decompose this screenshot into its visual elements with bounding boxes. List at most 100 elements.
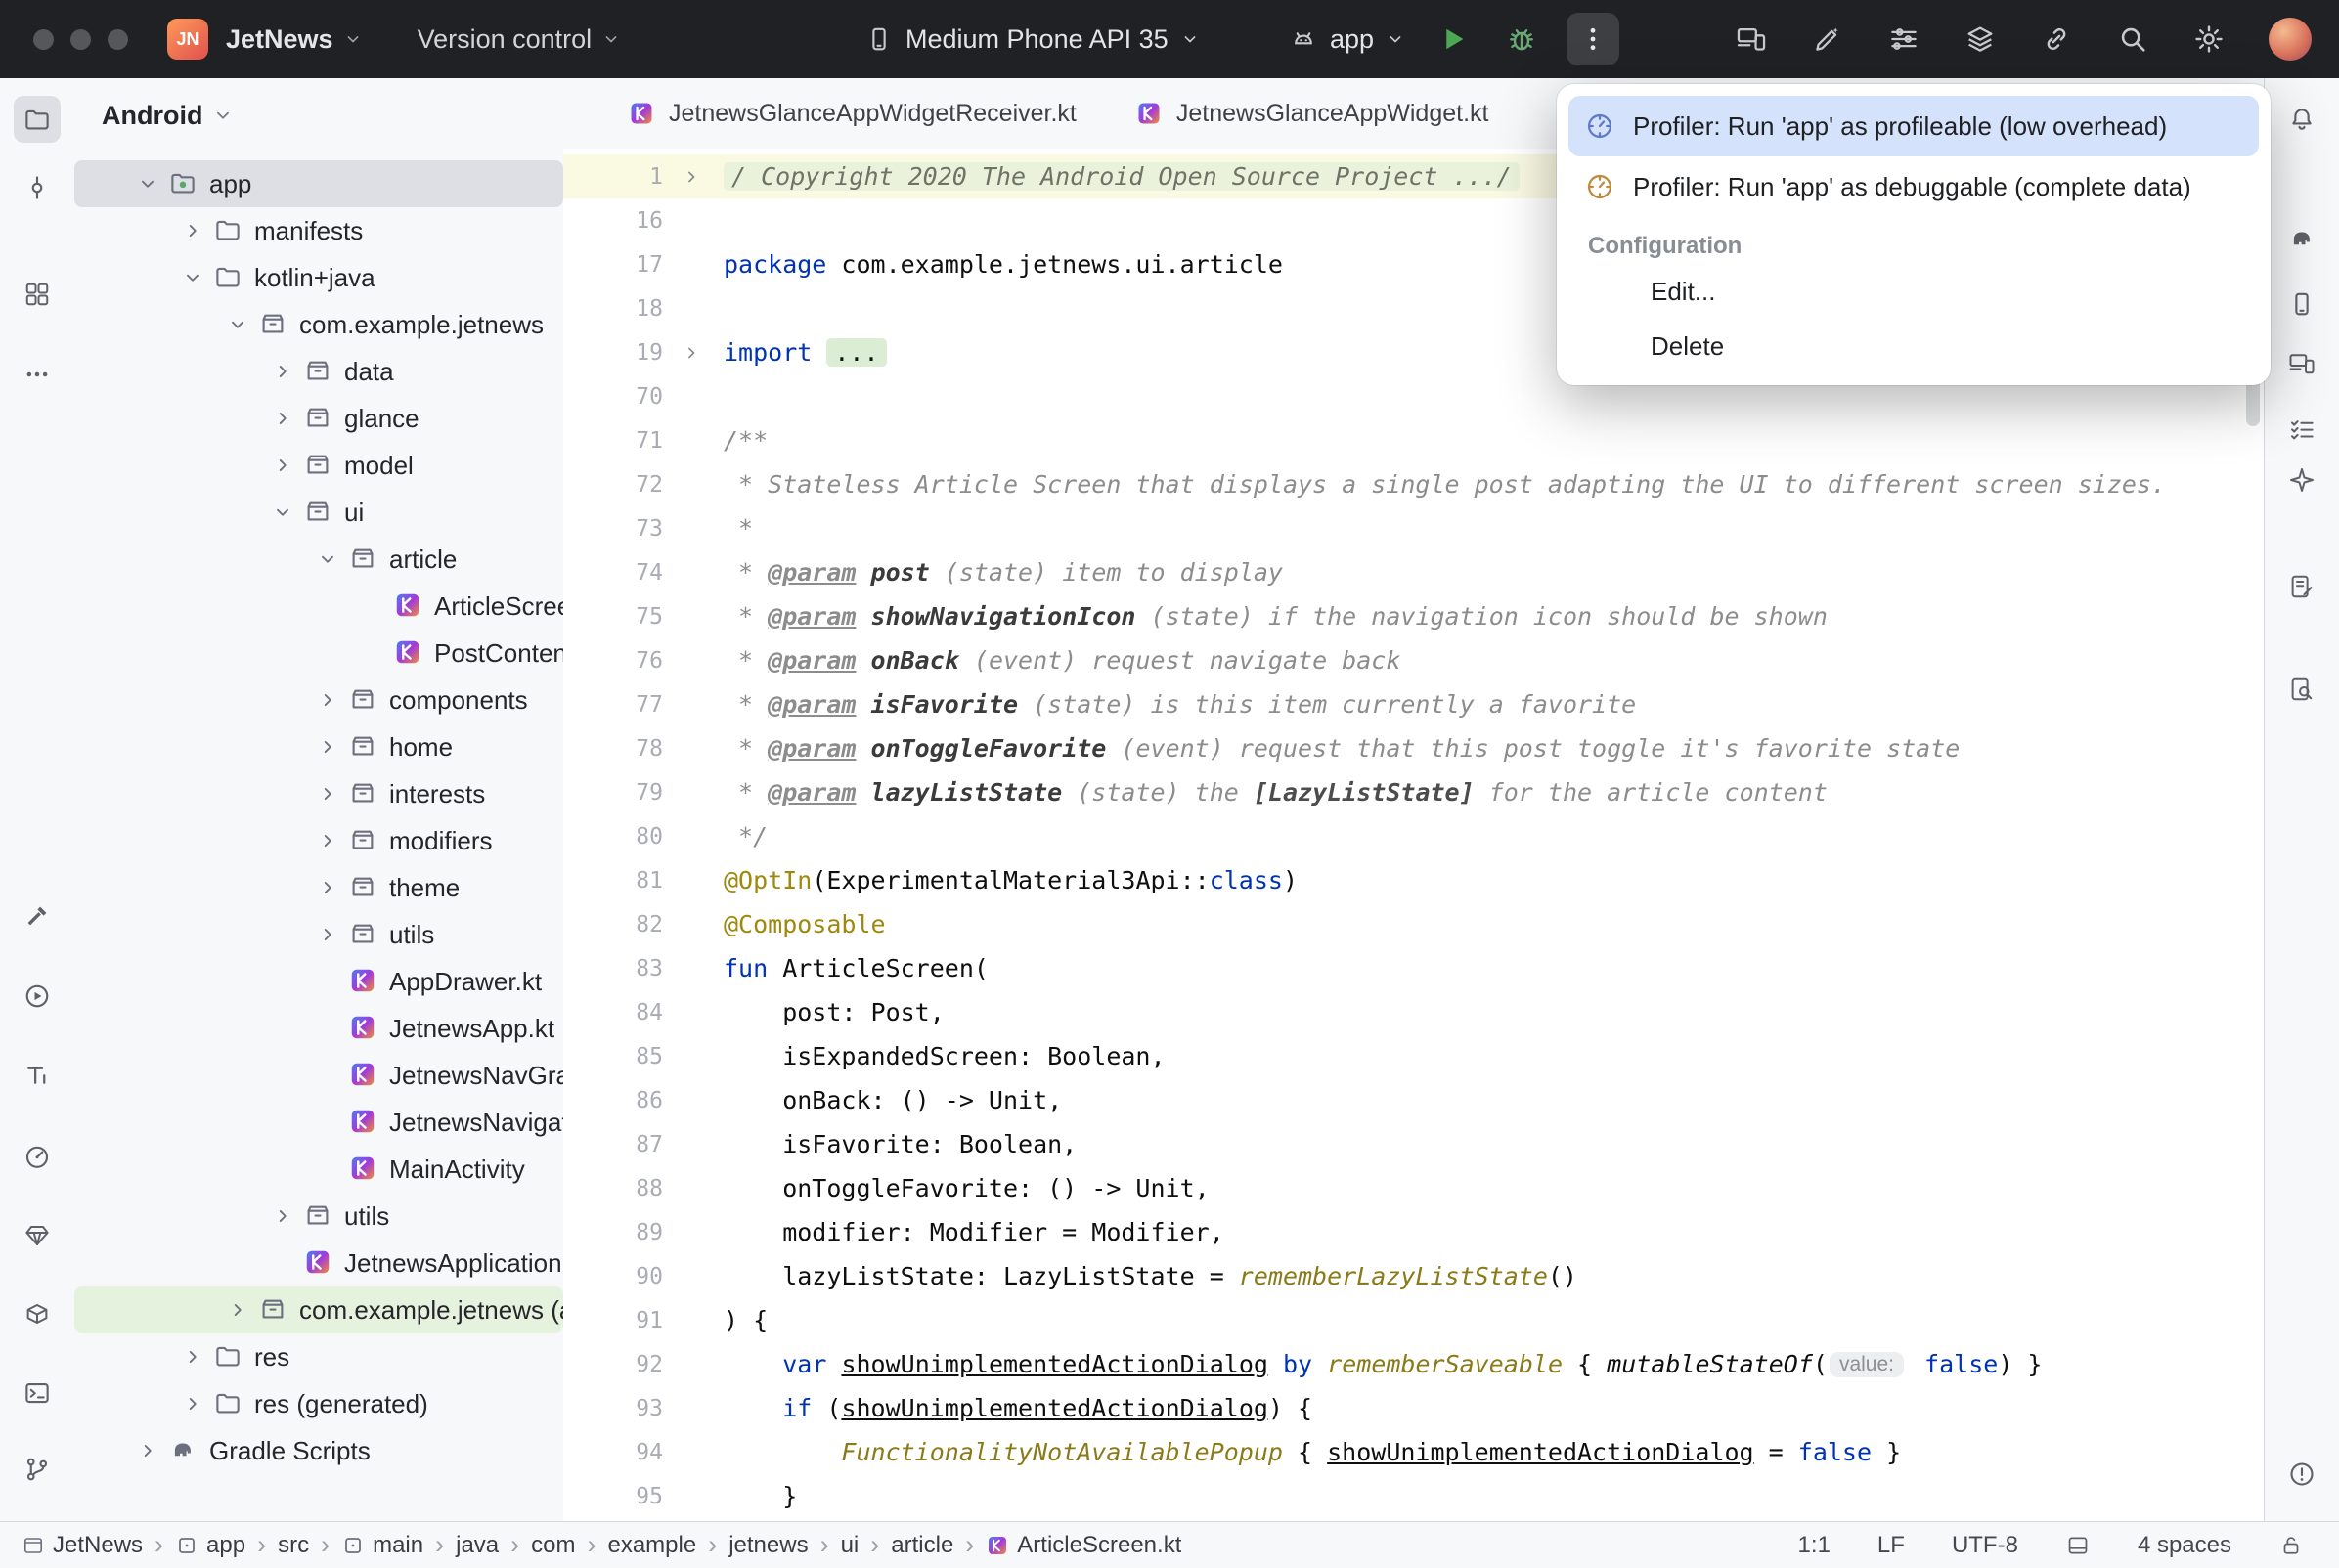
tree-item[interactable]: app: [74, 160, 563, 207]
tree-item[interactable]: manifests: [74, 207, 563, 254]
chevron-right-icon[interactable]: [129, 1432, 166, 1469]
line-number[interactable]: 1: [563, 164, 669, 190]
line-number[interactable]: 84: [563, 1000, 669, 1025]
chevron-down-icon[interactable]: [264, 494, 301, 531]
tree-item[interactable]: ArticleScreen.kt: [74, 583, 563, 630]
chevron-right-icon[interactable]: [264, 353, 301, 390]
code-line[interactable]: 94 FunctionalityNotAvailablePopup { show…: [563, 1430, 2265, 1474]
code-line[interactable]: 88 onToggleFavorite: () -> Unit,: [563, 1166, 2265, 1210]
tree-item[interactable]: PostContent.kt: [74, 630, 563, 676]
line-number[interactable]: 72: [563, 472, 669, 498]
line-number[interactable]: 93: [563, 1396, 669, 1421]
breadcrumb-item[interactable]: ArticleScreen.kt: [986, 1532, 1181, 1559]
checklist-button[interactable]: [2278, 406, 2325, 453]
code-line[interactable]: 79 * @param lazyListState (state) the [L…: [563, 770, 2265, 814]
run-configuration-selector[interactable]: app: [1289, 0, 1405, 78]
line-number[interactable]: 88: [563, 1176, 669, 1201]
chevron-right-icon[interactable]: [309, 728, 346, 765]
run-button[interactable]: [1434, 20, 1473, 59]
code-line[interactable]: 76 * @param onBack (event) request navig…: [563, 638, 2265, 682]
code-line[interactable]: 91) {: [563, 1298, 2265, 1342]
debug-button[interactable]: [1502, 20, 1541, 59]
popup-action-delete[interactable]: Delete: [1568, 319, 2259, 373]
breadcrumb-item[interactable]: src: [278, 1532, 309, 1559]
gemini-button[interactable]: [2278, 457, 2325, 503]
build-button[interactable]: [14, 893, 61, 939]
chevron-right-icon[interactable]: [309, 822, 346, 859]
editor-tab[interactable]: JetnewsGlanceAppWidget.kt: [1106, 78, 1519, 149]
code-line[interactable]: 92 var showUnimplementedActionDialog by …: [563, 1342, 2265, 1386]
tree-item[interactable]: utils: [74, 1193, 563, 1240]
device-manager-button[interactable]: [2278, 281, 2325, 327]
tree-item[interactable]: utils: [74, 911, 563, 958]
tree-item[interactable]: JetnewsNavGraph.: [74, 1052, 563, 1099]
line-number[interactable]: 16: [563, 208, 669, 234]
breadcrumb-item[interactable]: jetnews: [728, 1532, 808, 1559]
tree-item[interactable]: components: [74, 676, 563, 723]
tree-item[interactable]: theme: [74, 864, 563, 911]
terminal-button[interactable]: [14, 1370, 61, 1416]
minimize-window-button[interactable]: [70, 29, 91, 50]
code-line[interactable]: 87 isFavorite: Boolean,: [563, 1122, 2265, 1166]
chevron-right-icon[interactable]: [309, 681, 346, 719]
chevron-down-icon[interactable]: [174, 259, 211, 296]
run-tool-button[interactable]: [14, 973, 61, 1020]
fold-marker-icon[interactable]: [669, 167, 714, 187]
settings-button[interactable]: [2192, 22, 2226, 56]
link-button[interactable]: [2040, 22, 2073, 56]
line-number[interactable]: 90: [563, 1264, 669, 1289]
chevron-right-icon[interactable]: [264, 400, 301, 437]
line-number[interactable]: 82: [563, 912, 669, 937]
code-line[interactable]: 89 modifier: Modifier = Modifier,: [563, 1210, 2265, 1254]
chevron-right-icon[interactable]: [264, 447, 301, 484]
tree-item[interactable]: modifiers: [74, 817, 563, 864]
fold-marker-icon[interactable]: [669, 343, 714, 363]
code-line[interactable]: 71/**: [563, 418, 2265, 462]
line-number[interactable]: 70: [563, 384, 669, 410]
breadcrumb-item[interactable]: example: [607, 1532, 696, 1559]
code-line[interactable]: 86 onBack: () -> Unit,: [563, 1078, 2265, 1122]
code-line[interactable]: 74 * @param post (state) item to display: [563, 550, 2265, 594]
line-number[interactable]: 79: [563, 780, 669, 806]
panel-icon[interactable]: [2065, 1533, 2091, 1558]
line-number[interactable]: 92: [563, 1352, 669, 1377]
breadcrumb-item[interactable]: com: [531, 1532, 575, 1559]
profiler-tool-button[interactable]: [14, 1133, 61, 1180]
code-line[interactable]: 72 * Stateless Article Screen that displ…: [563, 462, 2265, 506]
tree-item[interactable]: JetnewsApp.kt: [74, 1005, 563, 1052]
breadcrumb-item[interactable]: main: [341, 1532, 423, 1559]
code-line[interactable]: 73 *: [563, 506, 2265, 550]
line-number[interactable]: 18: [563, 296, 669, 322]
popup-action-edit[interactable]: Edit...: [1568, 264, 2259, 319]
caret-position[interactable]: 1:1: [1798, 1532, 1831, 1559]
breadcrumb-item[interactable]: app: [175, 1532, 245, 1559]
ai-assist-button[interactable]: [1811, 22, 1844, 56]
code-line[interactable]: 84 post: Post,: [563, 990, 2265, 1034]
tree-item[interactable]: JetnewsNavigation: [74, 1099, 563, 1146]
tree-item[interactable]: glance: [74, 395, 563, 442]
file-encoding[interactable]: UTF-8: [1952, 1532, 2018, 1559]
tree-item[interactable]: Gradle Scripts: [74, 1427, 563, 1474]
settings-sliders-button[interactable]: [1887, 22, 1920, 56]
tree-item[interactable]: AppDrawer.kt: [74, 958, 563, 1005]
line-number[interactable]: 94: [563, 1440, 669, 1465]
search-document-button[interactable]: [2278, 666, 2325, 713]
assistant-button[interactable]: [2278, 563, 2325, 610]
line-number[interactable]: 77: [563, 692, 669, 718]
line-number[interactable]: 17: [563, 252, 669, 278]
tree-item[interactable]: com.example.jetnews: [74, 301, 563, 348]
line-number[interactable]: 73: [563, 516, 669, 542]
code-line[interactable]: 82@Composable: [563, 902, 2265, 946]
code-line[interactable]: 80 */: [563, 814, 2265, 858]
commit-button[interactable]: [14, 164, 61, 211]
git-branch-button[interactable]: [14, 1446, 61, 1493]
tree-item[interactable]: home: [74, 723, 563, 770]
project-view-selector[interactable]: Android: [74, 78, 563, 152]
popup-item[interactable]: Profiler: Run 'app' as debuggable (compl…: [1568, 156, 2259, 217]
running-devices-button[interactable]: [2278, 340, 2325, 387]
notifications-button[interactable]: [2278, 96, 2325, 143]
logcat-button[interactable]: [14, 1052, 61, 1099]
editor-tab[interactable]: JetnewsGlanceAppWidgetReceiver.kt: [598, 78, 1106, 149]
tree-item[interactable]: MainActivity: [74, 1146, 563, 1193]
layers-button[interactable]: [1964, 22, 1997, 56]
